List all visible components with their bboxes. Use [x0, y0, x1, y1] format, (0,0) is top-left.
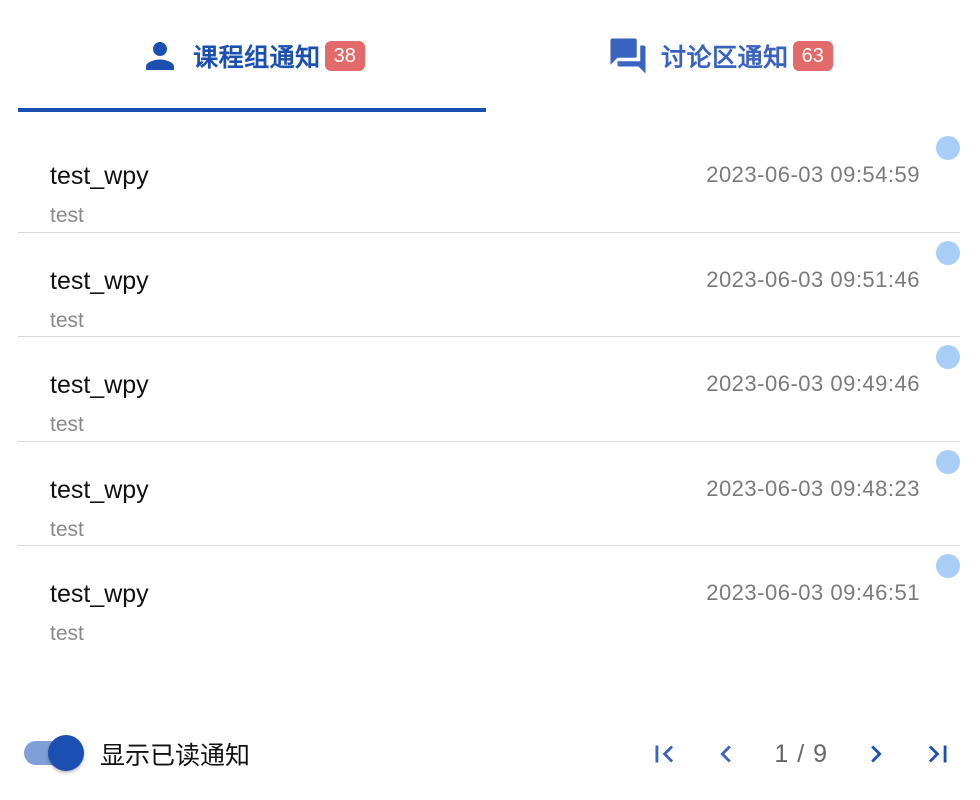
notification-item[interactable]: test_wpy test 2023-06-03 09:48:23 [18, 442, 960, 546]
notification-title: test_wpy [50, 266, 149, 295]
notification-list: test_wpy test 2023-06-03 09:54:59 test_w… [18, 128, 960, 651]
toggle-thumb [48, 735, 84, 771]
tab-discussion[interactable]: 讨论区通知 63 [486, 0, 954, 112]
notification-item[interactable]: test_wpy test 2023-06-03 09:49:46 [18, 337, 960, 442]
show-read-toggle[interactable] [24, 735, 84, 771]
notification-time: 2023-06-03 09:46:51 [706, 580, 920, 605]
notification-time: 2023-06-03 09:51:46 [706, 266, 920, 292]
notification-title: test_wpy [50, 162, 149, 190]
tab-label: 课程组通知 [193, 43, 321, 72]
unread-dot-icon [936, 136, 960, 160]
notification-subtitle: test [50, 413, 84, 436]
notification-subtitle: test [50, 308, 84, 332]
notification-title: test_wpy [50, 475, 149, 504]
unread-dot-icon [936, 449, 960, 474]
last-page-button[interactable] [918, 734, 958, 774]
notification-subtitle: test [50, 622, 84, 645]
notification-item[interactable]: test_wpy test 2023-06-03 09:46:51 [18, 546, 960, 651]
previous-page-button[interactable] [706, 734, 746, 774]
chevron-left-icon [720, 745, 732, 763]
unread-dot-icon [936, 345, 960, 369]
notification-item[interactable]: test_wpy test 2023-06-03 09:54:59 [18, 128, 960, 233]
notification-time: 2023-06-03 09:48:23 [706, 475, 920, 501]
list-footer: 显示已读通知 1 / 9 [0, 716, 980, 788]
notification-panel: 课程组通知 38 讨论区通知 63 test_wpy test 2023-06-… [0, 0, 980, 800]
notification-item[interactable]: test_wpy test 2023-06-03 09:51:46 [18, 233, 960, 337]
notification-time: 2023-06-03 09:49:46 [706, 371, 920, 396]
notification-subtitle: test [50, 204, 84, 227]
first-page-icon [655, 745, 674, 763]
active-tab-indicator [18, 108, 486, 112]
notification-tabs: 课程组通知 38 讨论区通知 63 [18, 0, 954, 112]
show-read-label: 显示已读通知 [100, 741, 251, 770]
chevron-right-icon [871, 745, 882, 763]
tab-course-group[interactable]: 课程组通知 38 [18, 0, 486, 112]
notification-title: test_wpy [50, 371, 149, 399]
first-page-button[interactable] [644, 734, 684, 774]
tab-label: 讨论区通知 [661, 43, 789, 72]
notification-subtitle: test [50, 517, 84, 541]
notification-title: test_wpy [50, 580, 149, 608]
last-page-icon [928, 745, 947, 763]
notification-time: 2023-06-03 09:54:59 [706, 162, 920, 187]
person-icon [139, 35, 181, 77]
pagination: 1 / 9 [644, 734, 958, 774]
unread-count-badge: 38 [324, 41, 365, 71]
unread-count-badge: 63 [792, 41, 833, 71]
page-indicator: 1 / 9 [774, 739, 828, 768]
forum-icon [607, 35, 649, 77]
unread-dot-icon [936, 554, 960, 578]
unread-dot-icon [936, 240, 960, 265]
next-page-button[interactable] [856, 734, 896, 774]
